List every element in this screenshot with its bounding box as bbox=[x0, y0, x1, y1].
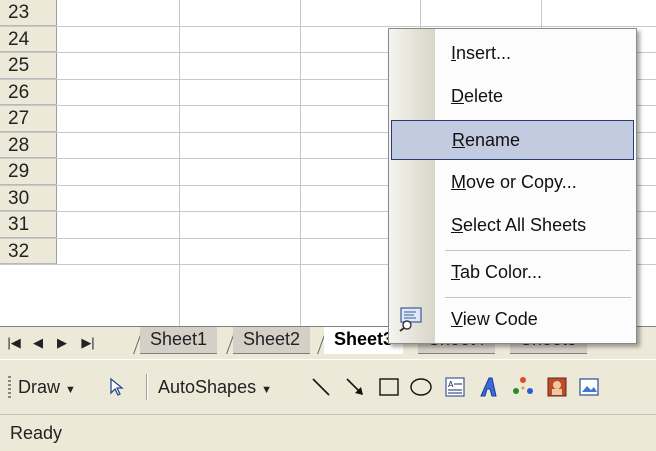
menu-item-delete[interactable]: Delete bbox=[391, 77, 634, 117]
accelerator-key: S bbox=[451, 215, 464, 235]
row-header[interactable]: 31 bbox=[0, 212, 57, 238]
accelerator-key: D bbox=[451, 86, 464, 106]
first-sheet-button[interactable]: |◀ bbox=[6, 335, 22, 351]
grid-row[interactable]: 23 bbox=[0, 0, 656, 27]
view-code-icon bbox=[398, 306, 424, 332]
menu-item-select-all-sheets[interactable]: Select All Sheets bbox=[391, 206, 634, 246]
accelerator-key: V bbox=[451, 309, 463, 329]
accelerator-key: R bbox=[452, 130, 465, 150]
menu-item-label-rest: iew Code bbox=[462, 309, 538, 329]
status-bar: Ready bbox=[0, 414, 656, 451]
menu-item-label: Delete bbox=[451, 86, 503, 107]
menu-separator bbox=[445, 250, 631, 251]
menu-item-label: Move or Copy... bbox=[451, 172, 577, 193]
prev-sheet-button[interactable]: ◀ bbox=[30, 335, 46, 351]
line-icon[interactable] bbox=[308, 374, 334, 400]
wordart-icon[interactable] bbox=[476, 374, 502, 400]
menu-item-view-code[interactable]: View Code bbox=[391, 300, 634, 340]
drawing-toolbar: Draw ▼ AutoShapes ▼ A bbox=[0, 359, 656, 414]
draw-menu-button[interactable]: Draw ▼ bbox=[18, 376, 76, 401]
menu-item-label-rest: elete bbox=[464, 86, 504, 106]
autoshapes-menu-button[interactable]: AutoShapes ▼ bbox=[158, 376, 272, 401]
menu-item-move-or-copy[interactable]: Move or Copy... bbox=[391, 163, 634, 203]
arrow-icon[interactable] bbox=[342, 374, 368, 400]
dropdown-arrow-icon: ▼ bbox=[261, 384, 272, 396]
rectangle-icon[interactable] bbox=[376, 374, 402, 400]
menu-item-label-rest: ab Color... bbox=[460, 262, 543, 282]
status-text: Ready bbox=[10, 423, 63, 443]
sheet-tab-context-menu: Insert... Delete Rename Move or Copy... … bbox=[388, 28, 637, 344]
select-objects-icon[interactable] bbox=[104, 374, 130, 400]
menu-item-insert[interactable]: Insert... bbox=[391, 34, 634, 74]
dropdown-arrow-icon: ▼ bbox=[65, 384, 76, 396]
text-box-icon[interactable]: A bbox=[442, 374, 468, 400]
menu-item-label: View Code bbox=[451, 309, 538, 330]
row-header[interactable]: 25 bbox=[0, 53, 57, 79]
menu-item-label: Tab Color... bbox=[451, 262, 542, 283]
oval-icon[interactable] bbox=[408, 374, 434, 400]
row-header[interactable]: 24 bbox=[0, 26, 57, 52]
svg-text:A: A bbox=[448, 380, 454, 389]
accelerator-key: M bbox=[451, 172, 466, 192]
menu-item-label-rest: ove or Copy... bbox=[466, 172, 577, 192]
row-header[interactable]: 30 bbox=[0, 185, 57, 211]
menu-item-tab-color[interactable]: Tab Color... bbox=[391, 253, 634, 293]
menu-item-label: Insert... bbox=[451, 43, 511, 64]
menu-item-label-rest: ename bbox=[465, 130, 521, 150]
accelerator-key: T bbox=[451, 262, 460, 282]
menu-separator bbox=[445, 297, 631, 298]
menu-item-label: Select All Sheets bbox=[451, 215, 586, 236]
toolbar-grip[interactable] bbox=[8, 376, 11, 400]
row-header[interactable]: 28 bbox=[0, 132, 57, 158]
menu-item-label: Rename bbox=[452, 130, 520, 151]
row-header[interactable]: 29 bbox=[0, 159, 57, 185]
diagram-icon[interactable] bbox=[510, 374, 536, 400]
row-header[interactable]: 32 bbox=[0, 238, 57, 264]
menu-item-rename[interactable]: Rename bbox=[391, 120, 634, 160]
menu-item-label-rest: elect All Sheets bbox=[463, 215, 587, 235]
tab-sheet1[interactable]: Sheet1 bbox=[140, 327, 218, 354]
last-sheet-button[interactable]: ▶| bbox=[80, 335, 96, 351]
row-header[interactable]: 26 bbox=[0, 79, 57, 105]
row-header[interactable]: 27 bbox=[0, 106, 57, 132]
picture-icon[interactable] bbox=[576, 374, 602, 400]
menu-item-label-rest: nsert... bbox=[456, 43, 512, 63]
tab-sheet2[interactable]: Sheet2 bbox=[233, 327, 311, 354]
row-header[interactable]: 23 bbox=[0, 0, 57, 26]
draw-label: Draw bbox=[18, 377, 61, 397]
autoshapes-label: AutoShapes bbox=[158, 377, 257, 397]
next-sheet-button[interactable]: ▶ bbox=[54, 335, 70, 351]
toolbar-separator bbox=[146, 374, 148, 400]
clip-art-icon[interactable] bbox=[544, 374, 570, 400]
